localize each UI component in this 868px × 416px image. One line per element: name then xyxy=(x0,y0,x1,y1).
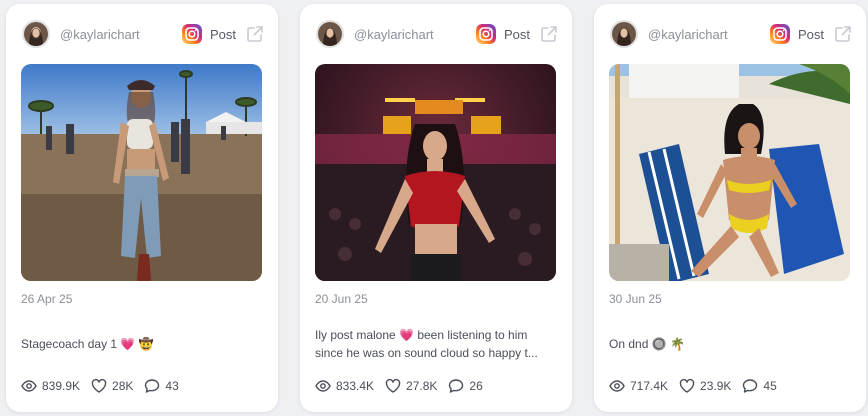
likes-stat: 28K xyxy=(91,378,133,394)
comment-icon xyxy=(448,378,464,394)
likes-stat: 23.9K xyxy=(679,378,731,394)
instagram-icon xyxy=(770,24,790,44)
post-header: @kaylarichart Post xyxy=(610,20,852,48)
avatar[interactable] xyxy=(316,20,344,48)
username[interactable]: @kaylarichart xyxy=(354,27,476,42)
post-header: @kaylarichart Post xyxy=(22,20,264,48)
instagram-icon xyxy=(182,24,202,44)
engagement-stats: 833.4K 27.8K 26 xyxy=(315,378,494,394)
views-count: 717.4K xyxy=(630,379,669,393)
comments-count: 26 xyxy=(469,379,483,393)
post-card[interactable]: @kaylarichart Post xyxy=(300,4,572,412)
post-date: 26 Apr 25 xyxy=(21,292,73,306)
post-card[interactable]: @kaylarichart Post xyxy=(6,4,278,412)
post-image[interactable] xyxy=(315,64,556,281)
eye-icon xyxy=(21,378,37,394)
views-stat: 717.4K xyxy=(609,378,668,394)
caption-text: Stagecoach day 1 💗 🤠 xyxy=(21,337,154,351)
post-caption: Stagecoach day 1 💗 🤠 xyxy=(21,335,264,353)
likes-count: 27.8K xyxy=(406,379,438,393)
post-header: @kaylarichart Post xyxy=(316,20,558,48)
comment-icon xyxy=(742,378,758,394)
comment-icon xyxy=(144,378,160,394)
views-count: 833.4K xyxy=(336,379,375,393)
post-card[interactable]: @kaylarichart Post xyxy=(594,4,866,412)
engagement-stats: 839.9K 28K 43 xyxy=(21,378,190,394)
comments-stat: 43 xyxy=(144,378,179,394)
caption-text: Ily post malone 💗 been listening to him xyxy=(315,328,528,342)
external-link-icon[interactable] xyxy=(246,25,264,43)
comments-count: 43 xyxy=(165,379,179,393)
eye-icon xyxy=(315,378,331,394)
comments-count: 45 xyxy=(763,379,777,393)
likes-count: 28K xyxy=(112,379,134,393)
heart-icon xyxy=(385,378,401,394)
views-stat: 833.4K xyxy=(315,378,374,394)
post-type-label: Post xyxy=(797,26,824,42)
engagement-stats: 717.4K 23.9K 45 xyxy=(609,378,788,394)
post-caption: Ily post malone 💗 been listening to him … xyxy=(315,326,558,362)
post-type-label: Post xyxy=(503,26,530,42)
post-caption: On dnd 🔘 🌴 xyxy=(609,335,852,353)
instagram-icon xyxy=(476,24,496,44)
likes-stat: 27.8K xyxy=(385,378,437,394)
comments-stat: 45 xyxy=(742,378,777,394)
views-count: 839.9K xyxy=(42,379,81,393)
username[interactable]: @kaylarichart xyxy=(648,27,770,42)
avatar[interactable] xyxy=(610,20,638,48)
eye-icon xyxy=(609,378,625,394)
username[interactable]: @kaylarichart xyxy=(60,27,182,42)
heart-icon xyxy=(91,378,107,394)
external-link-icon[interactable] xyxy=(540,25,558,43)
post-image[interactable] xyxy=(609,64,850,281)
likes-count: 23.9K xyxy=(700,379,732,393)
avatar[interactable] xyxy=(22,20,50,48)
post-image[interactable] xyxy=(21,64,262,281)
caption-text-continued: since he was on sound cloud so happy t..… xyxy=(315,346,538,360)
post-date: 30 Jun 25 xyxy=(609,292,662,306)
comments-stat: 26 xyxy=(448,378,483,394)
caption-text: On dnd 🔘 🌴 xyxy=(609,337,685,351)
post-type-label: Post xyxy=(209,26,236,42)
heart-icon xyxy=(679,378,695,394)
external-link-icon[interactable] xyxy=(834,25,852,43)
post-date: 20 Jun 25 xyxy=(315,292,368,306)
views-stat: 839.9K xyxy=(21,378,80,394)
